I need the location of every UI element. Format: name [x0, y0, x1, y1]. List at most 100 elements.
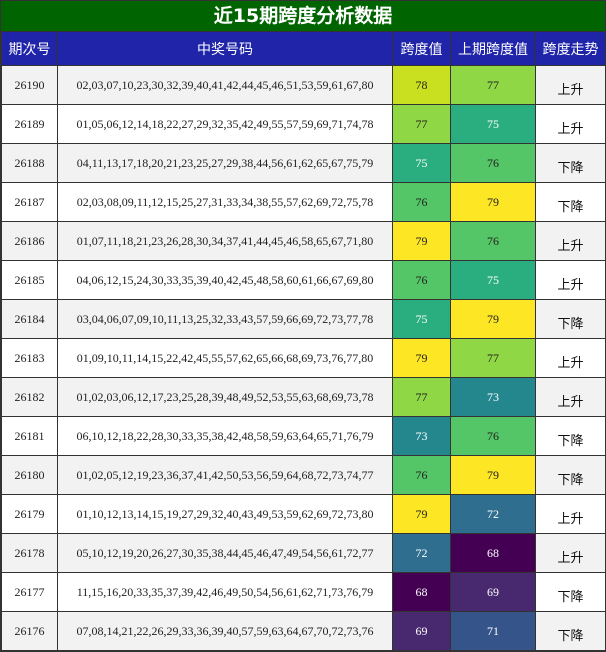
- span-cell: 77: [392, 377, 451, 417]
- table-row: 26182 01,02,03,06,12,17,23,25,28,39,48,49…: [1, 377, 606, 417]
- prev-span-cell: 75: [450, 260, 536, 300]
- issue-cell: 26188: [1, 143, 58, 183]
- span-cell: 76: [392, 260, 451, 300]
- header-trend: 跨度走势: [535, 31, 606, 66]
- issue-cell: 26179: [1, 494, 58, 534]
- numbers-cell: 11,15,16,20,33,35,37,39,42,46,49,50,54,5…: [57, 572, 393, 612]
- table-row: 26176 07,08,14,21,22,26,29,33,36,39,40,57…: [1, 611, 606, 651]
- numbers-cell: 04,11,13,17,18,20,21,23,25,27,29,38,44,5…: [57, 143, 393, 183]
- table-row: 26187 02,03,08,09,11,12,15,25,27,31,33,34…: [1, 182, 606, 222]
- issue-cell: 26184: [1, 299, 58, 339]
- issue-cell: 26180: [1, 455, 58, 495]
- header-prev-span: 上期跨度值: [450, 31, 536, 66]
- numbers-cell: 04,06,12,15,24,30,33,35,39,40,42,45,48,5…: [57, 260, 393, 300]
- prev-span-cell: 79: [450, 299, 536, 339]
- table-row: 26188 04,11,13,17,18,20,21,23,25,27,29,38…: [1, 143, 606, 183]
- prev-span-cell: 79: [450, 182, 536, 222]
- span-cell: 76: [392, 455, 451, 495]
- span-cell: 73: [392, 416, 451, 456]
- prev-span-cell: 72: [450, 494, 536, 534]
- table-body: 26190 02,03,07,10,23,30,32,39,40,41,42,44…: [1, 65, 606, 651]
- issue-cell: 26185: [1, 260, 58, 300]
- span-cell: 76: [392, 182, 451, 222]
- table-row: 26185 04,06,12,15,24,30,33,35,39,40,42,45…: [1, 260, 606, 300]
- issue-cell: 26187: [1, 182, 58, 222]
- numbers-cell: 01,05,06,12,14,18,22,27,29,32,35,42,49,5…: [57, 104, 393, 144]
- span-analysis-panel: 近15期跨度分析数据 期次号 中奖号码 跨度值 上期跨度值 跨度走势 26190…: [0, 0, 606, 652]
- trend-cell: 上升: [535, 260, 606, 300]
- trend-cell: 上升: [535, 221, 606, 261]
- trend-cell: 上升: [535, 533, 606, 573]
- trend-cell: 下降: [535, 611, 606, 651]
- trend-cell: 上升: [535, 65, 606, 105]
- issue-cell: 26183: [1, 338, 58, 378]
- page-title: 近15期跨度分析数据: [1, 1, 605, 31]
- header-issue: 期次号: [1, 31, 58, 66]
- trend-cell: 上升: [535, 104, 606, 144]
- trend-cell: 下降: [535, 416, 606, 456]
- span-cell: 79: [392, 494, 451, 534]
- table-row: 26180 01,02,05,12,19,23,36,37,41,42,50,53…: [1, 455, 606, 495]
- prev-span-cell: 69: [450, 572, 536, 612]
- prev-span-cell: 76: [450, 143, 536, 183]
- numbers-cell: 07,08,14,21,22,26,29,33,36,39,40,57,59,6…: [57, 611, 393, 651]
- span-cell: 72: [392, 533, 451, 573]
- trend-cell: 上升: [535, 377, 606, 417]
- prev-span-cell: 77: [450, 338, 536, 378]
- span-cell: 79: [392, 221, 451, 261]
- table-row: 26181 06,10,12,18,22,28,30,33,35,38,42,48…: [1, 416, 606, 456]
- prev-span-cell: 76: [450, 416, 536, 456]
- numbers-cell: 01,09,10,11,14,15,22,42,45,55,57,62,65,6…: [57, 338, 393, 378]
- numbers-cell: 01,02,03,06,12,17,23,25,28,39,48,49,52,5…: [57, 377, 393, 417]
- prev-span-cell: 76: [450, 221, 536, 261]
- table-row: 26179 01,10,12,13,14,15,19,27,29,32,40,43…: [1, 494, 606, 534]
- table-row: 26183 01,09,10,11,14,15,22,42,45,55,57,62…: [1, 338, 606, 378]
- span-cell: 77: [392, 104, 451, 144]
- prev-span-cell: 71: [450, 611, 536, 651]
- issue-cell: 26176: [1, 611, 58, 651]
- trend-cell: 下降: [535, 572, 606, 612]
- prev-span-cell: 77: [450, 65, 536, 105]
- span-cell: 78: [392, 65, 451, 105]
- trend-cell: 下降: [535, 299, 606, 339]
- numbers-cell: 02,03,07,10,23,30,32,39,40,41,42,44,45,4…: [57, 65, 393, 105]
- numbers-cell: 02,03,08,09,11,12,15,25,27,31,33,34,38,5…: [57, 182, 393, 222]
- span-cell: 68: [392, 572, 451, 612]
- table-row: 26184 03,04,06,07,09,10,11,13,25,32,33,43…: [1, 299, 606, 339]
- issue-cell: 26182: [1, 377, 58, 417]
- numbers-cell: 06,10,12,18,22,28,30,33,35,38,42,48,58,5…: [57, 416, 393, 456]
- table-row: 26186 01,07,11,18,21,23,26,28,30,34,37,41…: [1, 221, 606, 261]
- table-row: 26178 05,10,12,19,20,26,27,30,35,38,44,45…: [1, 533, 606, 573]
- prev-span-cell: 75: [450, 104, 536, 144]
- trend-cell: 上升: [535, 494, 606, 534]
- trend-cell: 上升: [535, 338, 606, 378]
- numbers-cell: 01,07,11,18,21,23,26,28,30,34,37,41,44,4…: [57, 221, 393, 261]
- span-table: 期次号 中奖号码 跨度值 上期跨度值 跨度走势 26190 02,03,07,10…: [1, 31, 606, 651]
- trend-cell: 下降: [535, 182, 606, 222]
- numbers-cell: 03,04,06,07,09,10,11,13,25,32,33,43,57,5…: [57, 299, 393, 339]
- span-cell: 79: [392, 338, 451, 378]
- numbers-cell: 01,02,05,12,19,23,36,37,41,42,50,53,56,5…: [57, 455, 393, 495]
- issue-cell: 26178: [1, 533, 58, 573]
- table-row: 26177 11,15,16,20,33,35,37,39,42,46,49,50…: [1, 572, 606, 612]
- span-cell: 75: [392, 299, 451, 339]
- header-span: 跨度值: [392, 31, 451, 66]
- issue-cell: 26190: [1, 65, 58, 105]
- issue-cell: 26177: [1, 572, 58, 612]
- trend-cell: 下降: [535, 455, 606, 495]
- prev-span-cell: 68: [450, 533, 536, 573]
- table-row: 26189 01,05,06,12,14,18,22,27,29,32,35,42…: [1, 104, 606, 144]
- numbers-cell: 05,10,12,19,20,26,27,30,35,38,44,45,46,4…: [57, 533, 393, 573]
- header-row: 期次号 中奖号码 跨度值 上期跨度值 跨度走势: [1, 31, 606, 66]
- issue-cell: 26181: [1, 416, 58, 456]
- trend-cell: 下降: [535, 143, 606, 183]
- prev-span-cell: 79: [450, 455, 536, 495]
- issue-cell: 26189: [1, 104, 58, 144]
- table-row: 26190 02,03,07,10,23,30,32,39,40,41,42,44…: [1, 65, 606, 105]
- span-cell: 75: [392, 143, 451, 183]
- numbers-cell: 01,10,12,13,14,15,19,27,29,32,40,43,49,5…: [57, 494, 393, 534]
- span-cell: 69: [392, 611, 451, 651]
- prev-span-cell: 73: [450, 377, 536, 417]
- issue-cell: 26186: [1, 221, 58, 261]
- header-numbers: 中奖号码: [57, 31, 393, 66]
